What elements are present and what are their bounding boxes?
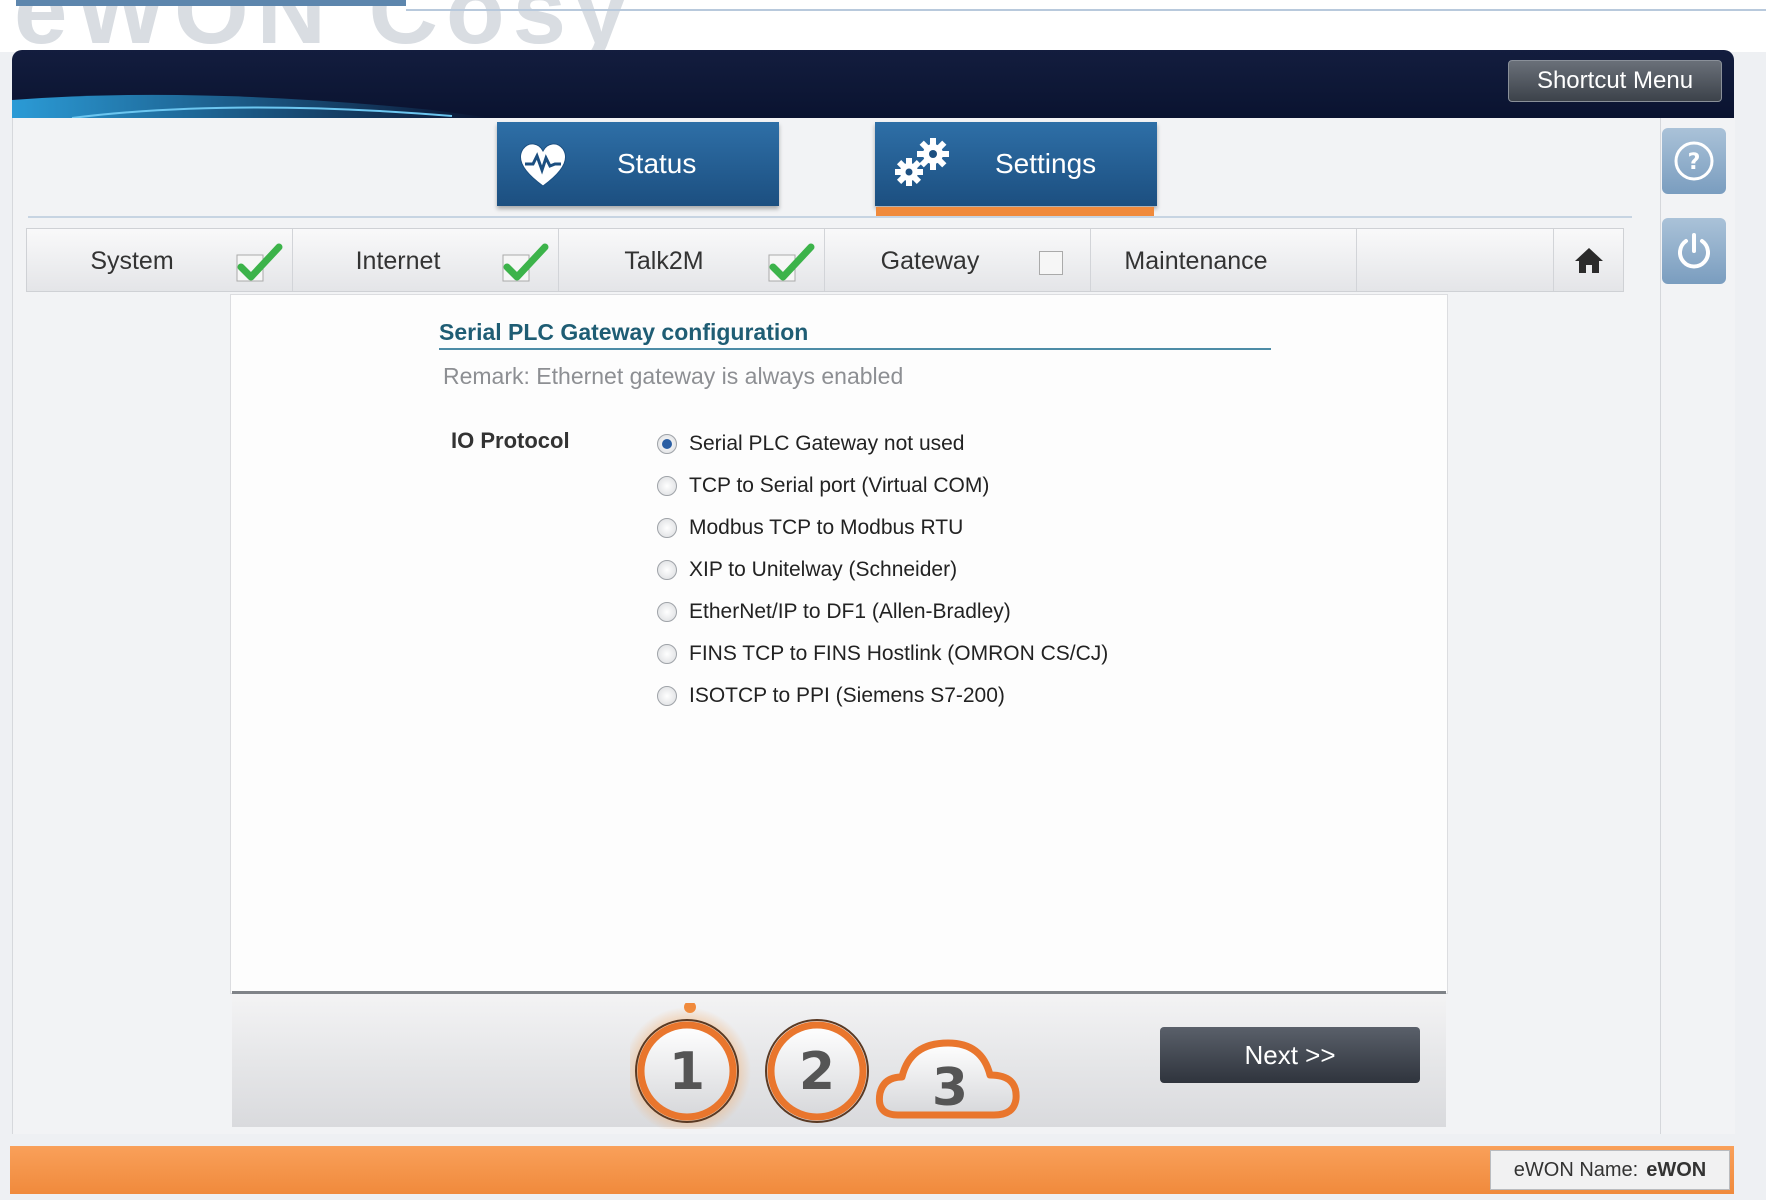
step-talk2m[interactable]: Talk2M <box>559 229 825 291</box>
tab-status[interactable]: Status <box>497 122 779 206</box>
radio-button[interactable] <box>657 602 677 622</box>
svg-text:?: ? <box>1688 150 1701 175</box>
step-gateway[interactable]: Gateway <box>825 229 1091 291</box>
home-button[interactable] <box>1553 229 1623 291</box>
gears-icon <box>895 138 949 186</box>
radio-button[interactable] <box>657 476 677 496</box>
status-bar <box>10 1146 1734 1194</box>
step-maintenance[interactable]: Maintenance <box>1091 229 1357 291</box>
shortcut-menu-button[interactable]: Shortcut Menu <box>1508 60 1722 102</box>
radio-button[interactable] <box>657 518 677 538</box>
radio-button[interactable] <box>657 434 677 454</box>
radio-option-virtual-com[interactable]: TCP to Serial port (Virtual COM) <box>657 474 989 498</box>
unchecked-box-icon <box>1039 251 1063 275</box>
header-bar <box>12 50 1734 118</box>
tab-settings-label: Settings <box>995 148 1097 179</box>
device-name-display: eWON Name: eWON <box>1490 1150 1730 1190</box>
home-icon <box>1574 248 1603 273</box>
step-internet[interactable]: Internet <box>293 229 559 291</box>
heart-pulse-icon <box>520 143 566 187</box>
radio-option-modbus[interactable]: Modbus TCP to Modbus RTU <box>657 516 963 540</box>
wizard-step-number: 1 <box>669 1042 705 1102</box>
radio-label: ISOTCP to PPI (Siemens S7-200) <box>689 684 1005 707</box>
radio-label: EtherNet/IP to DF1 (Allen-Bradley) <box>689 600 1011 623</box>
radio-button[interactable] <box>657 560 677 580</box>
next-button[interactable]: Next >> <box>1160 1027 1420 1083</box>
radio-option-not-used[interactable]: Serial PLC Gateway not used <box>657 432 964 456</box>
radio-button[interactable] <box>657 644 677 664</box>
radio-label: XIP to Unitelway (Schneider) <box>689 558 958 581</box>
step-label: System <box>90 247 174 275</box>
checkmark-icon <box>502 243 549 282</box>
radio-option-unitelway[interactable]: XIP to Unitelway (Schneider) <box>657 558 957 582</box>
tab-settings[interactable]: Settings <box>875 122 1157 206</box>
help-icon: ? <box>1674 141 1714 181</box>
wizard-step-2[interactable]: 2 <box>765 1019 869 1123</box>
checkmark-icon <box>236 243 283 282</box>
wizard-step-3[interactable]: 3 <box>875 1039 1020 1119</box>
logo-accent-bar <box>16 0 406 6</box>
wizard-step-1[interactable]: 1 <box>635 1019 739 1123</box>
device-name-label: eWON Name: <box>1513 1158 1639 1181</box>
step-label: Internet <box>355 247 441 275</box>
section-divider <box>439 348 1271 350</box>
radio-label: Modbus TCP to Modbus RTU <box>689 516 964 539</box>
tab-status-label: Status <box>617 148 697 179</box>
radio-option-df1[interactable]: EtherNet/IP to DF1 (Allen-Bradley) <box>657 600 1011 624</box>
tab-divider <box>28 216 1632 218</box>
radio-label: Serial PLC Gateway not used <box>689 432 965 455</box>
radio-option-ppi[interactable]: ISOTCP to PPI (Siemens S7-200) <box>657 684 1005 708</box>
radio-label: TCP to Serial port (Virtual COM) <box>689 474 990 497</box>
radio-button[interactable] <box>657 686 677 706</box>
io-protocol-label: IO Protocol <box>451 428 570 453</box>
wizard-step-number: 2 <box>799 1042 835 1102</box>
step-system[interactable]: System <box>27 229 293 291</box>
power-icon <box>1678 233 1710 269</box>
power-button[interactable] <box>1662 218 1726 284</box>
step-label: Gateway <box>880 247 980 275</box>
step-label: Maintenance <box>1124 247 1268 275</box>
section-title: Serial PLC Gateway configuration <box>439 319 809 345</box>
wizard-steps: 1 2 3 <box>630 1003 1020 1129</box>
step-label: Talk2M <box>624 247 704 275</box>
help-button[interactable]: ? <box>1662 128 1726 194</box>
radio-label: FINS TCP to FINS Hostlink (OMRON CS/CJ) <box>689 642 1109 665</box>
logo-divider <box>406 9 1766 11</box>
device-name-value: eWON <box>1646 1158 1707 1181</box>
remark-text: Remark: Ethernet gateway is always enabl… <box>443 363 904 389</box>
wizard-step-number: 3 <box>932 1058 968 1118</box>
radio-option-fins[interactable]: FINS TCP to FINS Hostlink (OMRON CS/CJ) <box>657 642 1108 666</box>
checkmark-icon <box>768 243 815 282</box>
header-swoosh <box>12 94 492 118</box>
step-navigation: System Internet Talk2M Gateway Maintenan… <box>26 228 1624 292</box>
